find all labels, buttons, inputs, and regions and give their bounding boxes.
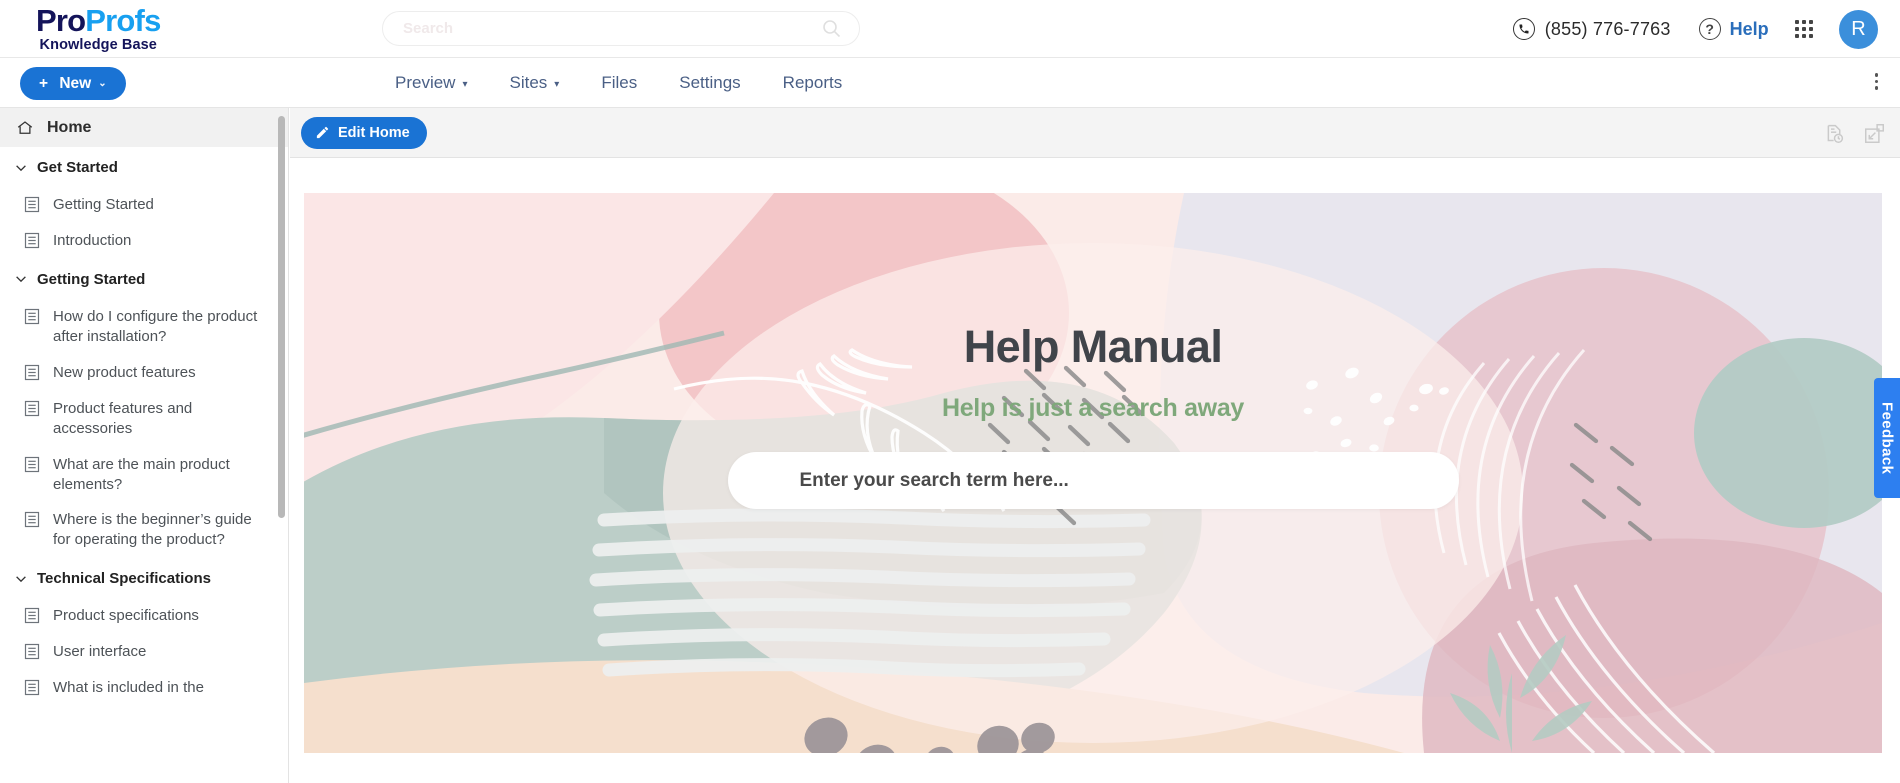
hero-search-input[interactable]: Enter your search term here... [727, 452, 1459, 509]
hero-banner: Help Manual Help is just a search away E… [304, 193, 1882, 753]
header-search-placeholder: Search [403, 20, 454, 37]
sidebar-section-label: Get Started [37, 159, 118, 176]
nav-label: Files [601, 73, 638, 92]
document-icon [24, 680, 40, 696]
document-icon [24, 232, 40, 249]
sidebar-section-get-started[interactable]: Get Started [0, 147, 288, 187]
main-navigation-bar: + New ⌄ Preview ▾ Sites ▾ Files Settings… [0, 58, 1900, 108]
sidebar-article-label: What is included in the [53, 679, 204, 697]
new-button-text: New [59, 74, 92, 92]
hero-subtitle: Help is just a search away [941, 394, 1245, 422]
phone-contact[interactable]: (855) 776-7763 [1512, 18, 1671, 40]
nav-label: Settings [679, 73, 741, 92]
nav-label: Preview [395, 73, 456, 92]
hero-title: Help Manual [963, 321, 1223, 372]
document-icon [24, 196, 40, 213]
sidebar-article-product-features-accessories[interactable]: Product features and accessories [0, 391, 288, 447]
sidebar-article-label: Introduction [53, 231, 132, 249]
sidebar-section-getting-started[interactable]: Getting Started [0, 259, 288, 299]
sidebar-article-configure-product[interactable]: How do I configure the product after ins… [0, 299, 288, 355]
sidebar-article-getting-started[interactable]: Getting Started [0, 187, 288, 223]
sidebar-section-technical-specifications[interactable]: Technical Specifications [0, 558, 288, 598]
phone-number: (855) 776-7763 [1544, 18, 1671, 39]
header-right-actions: (855) 776-7763 ? Help R [1512, 0, 1878, 58]
chevron-down-icon: ⌄ [98, 78, 107, 89]
avatar-initial: R [1851, 17, 1866, 40]
document-icon [24, 644, 40, 660]
chevron-down-icon: ▾ [462, 78, 468, 90]
sidebar-article-label: What are the main product elements? [53, 455, 230, 493]
document-icon [24, 512, 40, 528]
help-label: Help [1729, 18, 1769, 39]
hero-content: Help Manual Help is just a search away E… [304, 193, 1882, 753]
chevron-down-icon [16, 164, 26, 171]
sidebar-article-beginners-guide[interactable]: Where is the beginner’s guide for operat… [0, 502, 288, 558]
document-icon [24, 608, 40, 624]
new-button[interactable]: + New ⌄ [20, 67, 126, 100]
sidebar-article-label: How do I configure the product after ins… [53, 307, 258, 345]
nav-item-preview[interactable]: Preview ▾ [374, 58, 489, 108]
chevron-down-icon: ▾ [554, 78, 560, 90]
nav-item-files[interactable]: Files [580, 58, 658, 108]
revision-history-icon[interactable] [1824, 123, 1845, 144]
main-content-area: Edit Home Help Manual Help is just a sea… [290, 108, 1900, 783]
sidebar-article-user-interface[interactable]: User interface [0, 634, 288, 670]
sidebar-article-main-product-elements[interactable]: What are the main product elements? [0, 447, 288, 503]
document-icon [24, 364, 40, 380]
question-mark-icon: ? [1698, 18, 1721, 40]
phone-icon [1512, 18, 1535, 40]
sidebar-scrollbar[interactable] [278, 116, 285, 518]
search-icon [822, 19, 841, 38]
nav-label: Sites [509, 73, 548, 92]
sidebar-section-label: Getting Started [37, 270, 146, 288]
logo-profs-text: Profs [85, 2, 161, 38]
avatar[interactable]: R [1839, 9, 1878, 49]
hero-search-placeholder: Enter your search term here... [799, 469, 1069, 491]
sidebar-navigation: Home Get Started Getting Started Introdu… [0, 108, 289, 783]
sidebar-article-what-is-included[interactable]: What is included in the [0, 670, 288, 706]
pencil-icon [316, 126, 329, 139]
sidebar-article-product-specifications[interactable]: Product specifications [0, 598, 288, 634]
sidebar-article-label: Product specifications [53, 607, 199, 625]
sidebar-section-label: Technical Specifications [37, 570, 211, 588]
document-icon [24, 308, 40, 324]
home-icon [17, 120, 33, 134]
content-toolbar-actions [1824, 108, 1885, 158]
edit-home-button[interactable]: Edit Home [301, 116, 427, 149]
nav-item-settings[interactable]: Settings [658, 58, 761, 108]
logo-pro-text: Pro [36, 2, 86, 38]
document-icon [24, 400, 40, 416]
sidebar-article-introduction[interactable]: Introduction [0, 223, 288, 259]
help-link[interactable]: ? Help [1698, 18, 1769, 40]
nav-item-reports[interactable]: Reports [762, 58, 864, 108]
sidebar-article-label: User interface [53, 643, 147, 661]
document-icon [24, 456, 40, 472]
proprofs-logo[interactable]: ProProfs Knowledge Base [36, 5, 161, 53]
sidebar-home-label: Home [47, 118, 92, 136]
chevron-down-icon [16, 576, 26, 582]
content-toolbar: Edit Home [290, 108, 1900, 158]
edit-home-label: Edit Home [338, 124, 410, 141]
logo-subtitle: Knowledge Base [39, 36, 157, 53]
sidebar-article-new-product-features[interactable]: New product features [0, 355, 288, 391]
top-header-bar: ProProfs Knowledge Base Search (855) 776… [0, 0, 1900, 58]
nav-item-sites[interactable]: Sites ▾ [489, 58, 581, 108]
kebab-menu-icon[interactable] [1874, 73, 1878, 90]
feedback-tab[interactable]: Feedback [1874, 378, 1900, 498]
sidebar-article-label: Getting Started [53, 196, 154, 213]
sidebar-article-label: Where is the beginner’s guide for operat… [53, 511, 252, 549]
chevron-down-icon [16, 276, 26, 283]
logo-wordmark: ProProfs [36, 5, 161, 36]
header-search-box[interactable]: Search [382, 11, 860, 46]
new-button-label: + [39, 74, 53, 92]
sidebar-article-label: New product features [53, 363, 196, 381]
nav-items: Preview ▾ Sites ▾ Files Settings Reports [374, 58, 863, 108]
feedback-label: Feedback [1878, 401, 1896, 475]
expand-fullscreen-icon[interactable] [1864, 123, 1885, 144]
apps-grid-icon[interactable] [1794, 19, 1813, 39]
sidebar-article-label: Product features and accessories [53, 399, 193, 437]
nav-label: Reports [782, 73, 843, 92]
sidebar-item-home[interactable]: Home [0, 108, 288, 147]
